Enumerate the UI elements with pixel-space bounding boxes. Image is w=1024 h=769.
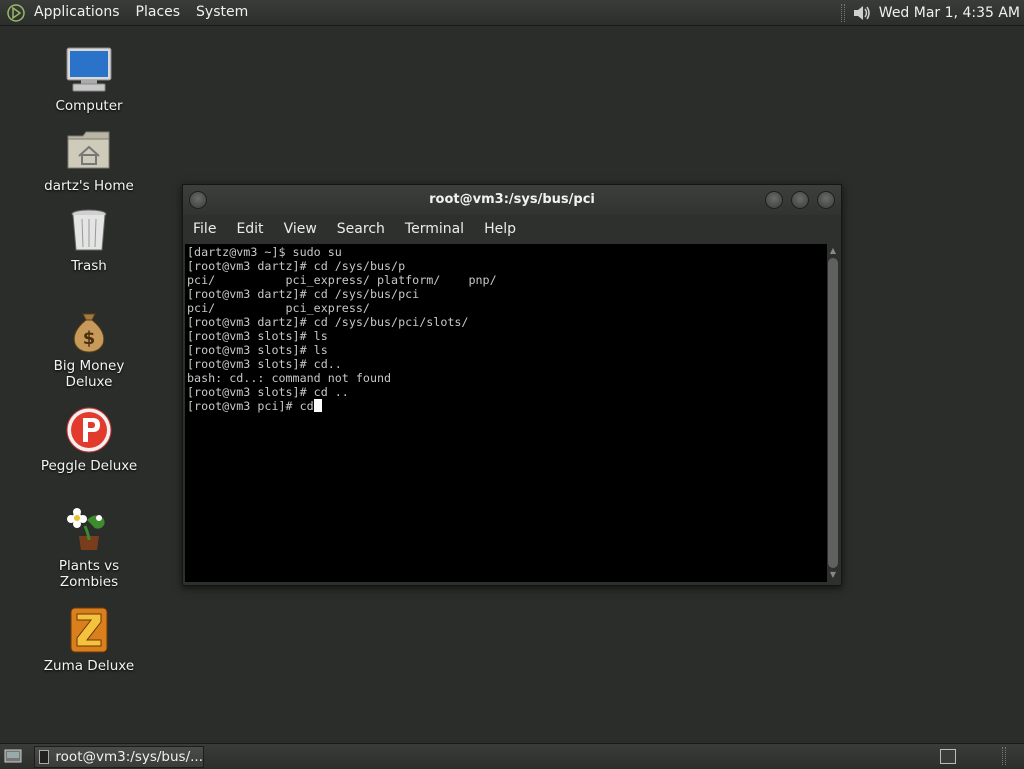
desktop-icon-label: Zuma Deluxe <box>43 658 135 674</box>
terminal-screen[interactable]: [dartz@vm3 ~]$ sudo su [root@vm3 dartz]#… <box>185 244 827 582</box>
system-menu[interactable]: System <box>188 0 256 25</box>
trash-icon <box>71 209 107 251</box>
peggle-icon <box>66 407 112 453</box>
terminal-output: [dartz@vm3 ~]$ sudo su [root@vm3 dartz]#… <box>185 244 827 413</box>
terminal-line: pci/ pci_express/ <box>187 301 370 315</box>
terminal-window[interactable]: root@vm3:/sys/bus/pci File Edit View Sea… <box>182 184 842 586</box>
desktop-icon-label: Plants vs Zombies <box>58 558 120 590</box>
desktop-icon-home[interactable]: dartz's Home <box>29 126 149 194</box>
terminal-line: pci/ pci_express/ platform/ pnp/ <box>187 273 497 287</box>
terminal-line: [root@vm3 dartz]# cd /sys/bus/p <box>187 259 406 273</box>
app-menu-logo-icon[interactable] <box>6 3 26 23</box>
terminal-line: [dartz@vm3 ~]$ sudo su <box>187 245 342 259</box>
zuma-icon <box>70 607 108 653</box>
top-panel: Applications Places System Wed Mar 1, 4:… <box>0 0 1024 26</box>
close-button[interactable] <box>817 191 835 209</box>
desktop-icon-zuma[interactable]: Zuma Deluxe <box>29 606 149 674</box>
home-folder-icon <box>67 131 110 169</box>
panel-grip[interactable] <box>1002 747 1006 765</box>
desktop-icon-label: Computer <box>55 98 123 114</box>
panel-tray: Wed Mar 1, 4:35 AM <box>840 0 1020 25</box>
terminal-scrollbar[interactable]: ▲ ▼ <box>827 244 839 582</box>
taskbar-window-label: root@vm3:/sys/bus/... <box>55 749 203 765</box>
plants-vs-zombies-icon <box>67 508 105 550</box>
money-bag-icon: $ <box>73 313 105 353</box>
menu-help[interactable]: Help <box>474 221 526 237</box>
applications-menu[interactable]: Applications <box>26 0 128 25</box>
places-menu[interactable]: Places <box>128 0 189 25</box>
svg-text:$: $ <box>83 328 96 349</box>
terminal-cursor <box>313 399 322 412</box>
desktop-icon-peggle[interactable]: Peggle Deluxe <box>29 406 149 474</box>
desktop-icon-pvz[interactable]: Plants vs Zombies <box>29 506 149 590</box>
workspace-switcher[interactable] <box>940 749 956 764</box>
terminal-line: [root@vm3 dartz]# cd /sys/bus/pci <box>187 287 420 301</box>
terminal-menubar: File Edit View Search Terminal Help <box>183 215 841 243</box>
desktop-icon-label: Big Money Deluxe <box>53 358 125 390</box>
desktop-icon-label: dartz's Home <box>44 178 134 194</box>
show-desktop-icon[interactable] <box>4 748 22 764</box>
menu-view[interactable]: View <box>274 221 327 237</box>
terminal-line: [root@vm3 pci]# cd <box>187 399 314 413</box>
minimize-button[interactable] <box>765 191 783 209</box>
clock[interactable]: Wed Mar 1, 4:35 AM <box>873 5 1020 21</box>
menu-terminal[interactable]: Terminal <box>395 221 474 237</box>
scroll-up-arrow-icon[interactable]: ▲ <box>828 246 838 256</box>
desktop-icon-label: Trash <box>71 258 107 274</box>
scroll-down-arrow-icon[interactable]: ▼ <box>828 570 838 580</box>
menu-search[interactable]: Search <box>327 221 395 237</box>
terminal-line: [root@vm3 slots]# cd.. <box>187 357 342 371</box>
desktop-icon-trash[interactable]: Trash <box>29 206 149 274</box>
volume-icon[interactable] <box>851 3 873 23</box>
desktop-icon-computer[interactable]: Computer <box>29 46 149 114</box>
terminal-line: [root@vm3 slots]# ls <box>187 343 328 357</box>
terminal-line: [root@vm3 dartz]# cd /sys/bus/pci/slots/ <box>187 315 469 329</box>
computer-icon <box>66 47 112 92</box>
panel-grip[interactable] <box>840 3 845 22</box>
terminal-task-icon <box>39 750 50 764</box>
maximize-button[interactable] <box>791 191 809 209</box>
terminal-line: [root@vm3 slots]# ls <box>187 329 328 343</box>
menu-file[interactable]: File <box>183 221 226 237</box>
menu-edit[interactable]: Edit <box>226 221 273 237</box>
taskbar-window-button[interactable]: root@vm3:/sys/bus/... <box>34 746 204 768</box>
desktop-icon-label: Peggle Deluxe <box>40 458 138 474</box>
scrollbar-thumb[interactable] <box>828 258 838 568</box>
bottom-panel: root@vm3:/sys/bus/... <box>0 743 1024 769</box>
terminal-line: [root@vm3 slots]# cd .. <box>187 385 349 399</box>
window-titlebar[interactable]: root@vm3:/sys/bus/pci <box>183 185 841 215</box>
terminal-line: bash: cd..: command not found <box>187 371 392 385</box>
desktop-icon-big-money[interactable]: $ Big Money Deluxe <box>29 306 149 390</box>
window-title: root@vm3:/sys/bus/pci <box>429 192 595 207</box>
